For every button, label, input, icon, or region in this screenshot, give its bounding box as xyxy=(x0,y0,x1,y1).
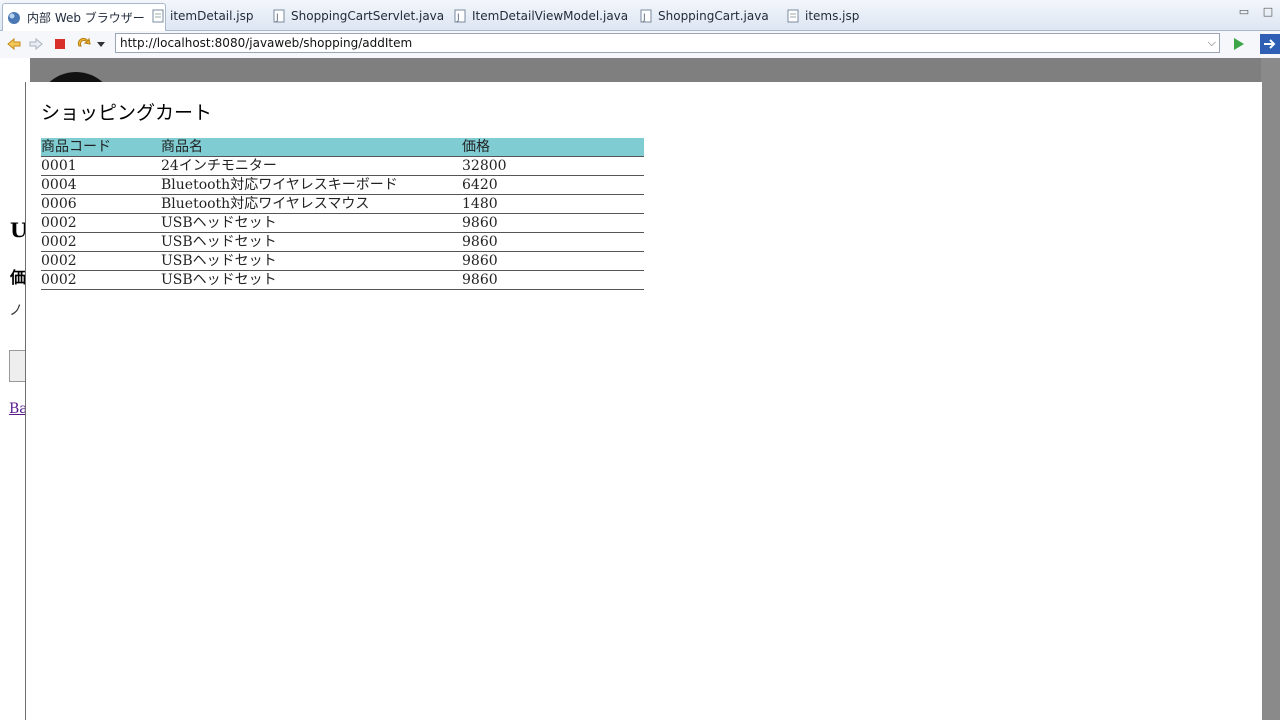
editor-tab-bar: 内部 Web ブラウザー ✕ itemDetail.jsp J Shopping… xyxy=(0,0,1280,31)
cell-code: 0004 xyxy=(41,175,161,195)
java-file-icon: J xyxy=(454,9,466,23)
external-browser-icon[interactable] xyxy=(1260,34,1280,54)
column-header-name: 商品名 xyxy=(161,138,462,157)
cell-name: USBヘッドセット xyxy=(161,270,462,290)
browser-toolbar: http://localhost:8080/javaweb/shopping/a… xyxy=(0,31,1280,59)
cell-name: 24インチモニター xyxy=(161,156,462,176)
jsp-file-icon xyxy=(787,9,799,23)
tab-label: 内部 Web ブラウザー xyxy=(27,11,145,25)
maximize-icon[interactable]: □ xyxy=(1262,5,1274,18)
table-row: 0002 USBヘッドセット 9860 xyxy=(41,232,644,252)
table-row: 0002 USBヘッドセット 9860 xyxy=(41,270,644,290)
forward-arrow-icon[interactable] xyxy=(28,36,44,52)
url-text: http://localhost:8080/javaweb/shopping/a… xyxy=(120,36,413,50)
cell-code: 0002 xyxy=(41,213,161,233)
tab-label: items.jsp xyxy=(805,9,860,23)
cell-code: 0002 xyxy=(41,270,161,290)
table-header-row: 商品コード 商品名 価格 xyxy=(41,138,644,157)
java-file-icon: J xyxy=(273,9,285,23)
cell-price: 9860 xyxy=(462,232,644,252)
minimize-icon[interactable]: ▭ xyxy=(1238,5,1250,18)
stop-icon[interactable] xyxy=(52,36,68,52)
cell-name: USBヘッドセット xyxy=(161,213,462,233)
url-input[interactable]: http://localhost:8080/javaweb/shopping/a… xyxy=(115,33,1220,53)
refresh-icon[interactable] xyxy=(76,36,92,52)
cell-price: 6420 xyxy=(462,175,644,195)
overlay-right-edge xyxy=(1261,58,1280,720)
tab-label: ShoppingCart.java xyxy=(658,9,769,23)
tab-shoppingcartservlet-java[interactable]: J ShoppingCartServlet.java xyxy=(273,4,444,28)
cell-price: 9860 xyxy=(462,270,644,290)
page-title: ショッピングカート xyxy=(41,102,213,124)
tab-items-jsp[interactable]: items.jsp xyxy=(787,4,859,28)
table-row: 0001 24インチモニター 32800 xyxy=(41,156,644,176)
cell-name: Bluetooth対応ワイヤレスキーボード xyxy=(161,175,462,195)
cell-code: 0002 xyxy=(41,232,161,252)
cell-name: Bluetooth対応ワイヤレスマウス xyxy=(161,194,462,214)
jsp-file-icon xyxy=(152,9,164,23)
svg-text:J: J xyxy=(275,13,279,23)
table-row: 0004 Bluetooth対応ワイヤレスキーボード 6420 xyxy=(41,175,644,195)
shopping-cart-dialog: ショッピングカート 商品コード 商品名 価格 0001 24インチモニター 32… xyxy=(25,82,1262,720)
cell-code: 0001 xyxy=(41,156,161,176)
back-arrow-icon[interactable] xyxy=(6,36,22,52)
svg-text:J: J xyxy=(456,13,460,23)
tab-itemdetail-jsp[interactable]: itemDetail.jsp xyxy=(152,4,253,28)
tab-label: ItemDetailViewModel.java xyxy=(472,9,629,23)
tab-internal-browser[interactable]: 内部 Web ブラウザー ✕ xyxy=(2,3,167,31)
cell-name: USBヘッドセット xyxy=(161,251,462,271)
java-file-icon: J xyxy=(640,9,652,23)
cell-price: 32800 xyxy=(462,156,644,176)
column-header-code: 商品コード xyxy=(41,138,161,157)
svg-text:J: J xyxy=(642,13,646,23)
cell-price: 9860 xyxy=(462,251,644,271)
cell-price: 9860 xyxy=(462,213,644,233)
browser-viewport: U 価 ノ Ba ショッピングカート 商品コード 商品名 価格 0001 24イ… xyxy=(0,58,1280,720)
tab-label: ShoppingCartServlet.java xyxy=(291,9,445,23)
globe-icon xyxy=(7,11,21,25)
tab-label: itemDetail.jsp xyxy=(170,9,254,23)
cart-table: 商品コード 商品名 価格 0001 24インチモニター 32800 0004 B… xyxy=(41,138,644,290)
go-icon[interactable] xyxy=(1230,36,1246,52)
tab-itemdetailviewmodel-java[interactable]: J ItemDetailViewModel.java xyxy=(454,4,628,28)
cell-code: 0006 xyxy=(41,194,161,214)
table-row: 0002 USBヘッドセット 9860 xyxy=(41,251,644,271)
chevron-down-icon[interactable] xyxy=(95,36,107,52)
table-row: 0006 Bluetooth対応ワイヤレスマウス 1480 xyxy=(41,194,644,214)
cell-name: USBヘッドセット xyxy=(161,232,462,252)
cell-code: 0002 xyxy=(41,251,161,271)
cell-price: 1480 xyxy=(462,194,644,214)
tab-shoppingcart-java[interactable]: J ShoppingCart.java xyxy=(640,4,769,28)
window-controls: ▭ □ xyxy=(1238,5,1274,18)
underlying-text: ノ xyxy=(9,303,23,319)
chevron-down-icon[interactable]: ⌵ xyxy=(1208,34,1216,52)
table-row: 0002 USBヘッドセット 9860 xyxy=(41,213,644,233)
column-header-price: 価格 xyxy=(462,138,644,157)
underlying-price-label: 価 xyxy=(10,268,27,287)
